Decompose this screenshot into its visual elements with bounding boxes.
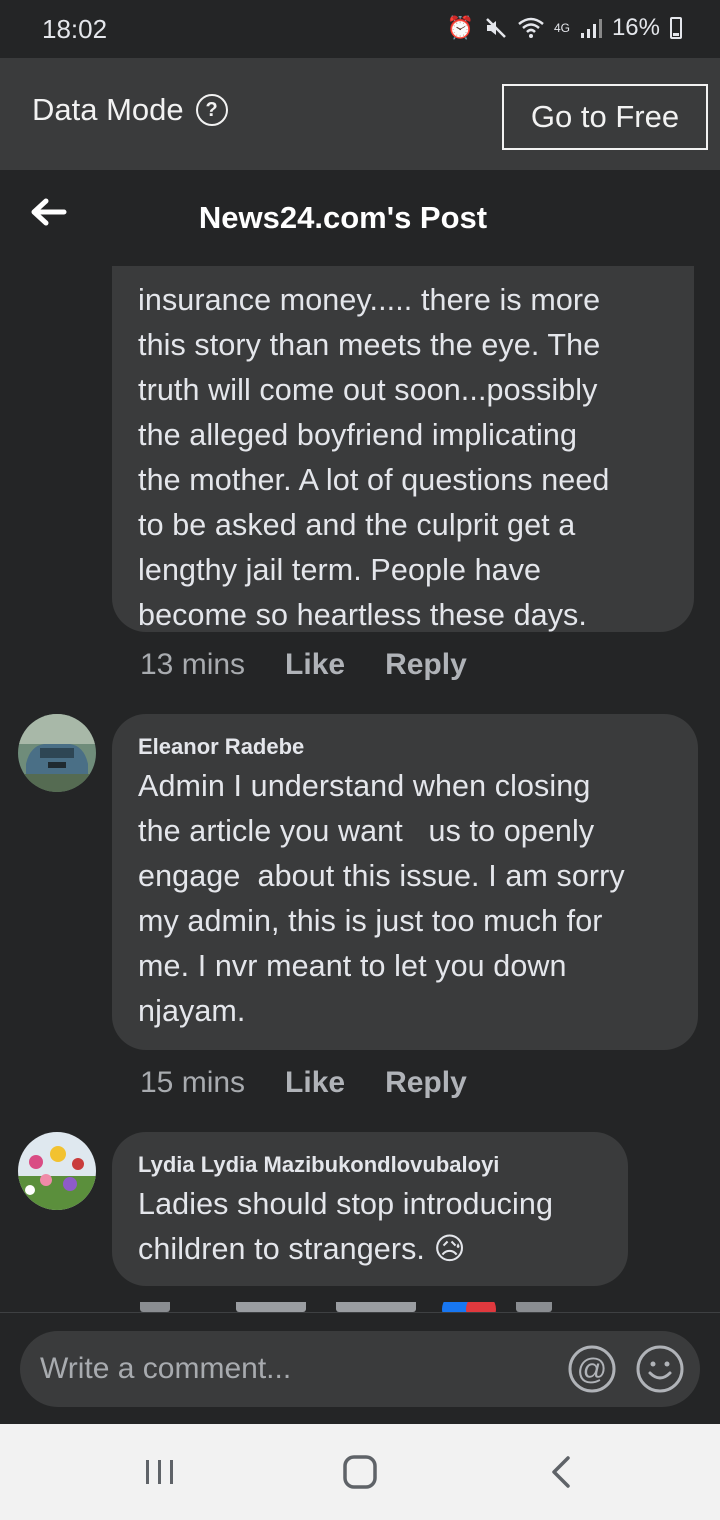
- like-button[interactable]: Like: [285, 648, 345, 682]
- status-time: 18:02: [42, 14, 108, 44]
- signal-icon: [580, 19, 602, 38]
- reaction-sad-icon: [466, 1302, 496, 1312]
- comment-actions: 13 mins Like Reply: [140, 648, 467, 682]
- comment-actions-partial: [140, 1302, 560, 1312]
- battery-icon: [670, 17, 682, 39]
- page-title: News24.com's Post: [198, 200, 488, 235]
- comments-feed[interactable]: insurance money..... there is more this …: [0, 266, 720, 1312]
- post-header: News24.com's Post: [0, 170, 720, 266]
- system-nav-bar: [0, 1424, 720, 1520]
- avatar[interactable]: [18, 1132, 96, 1210]
- status-icons: ⏰ 4G 16%: [447, 14, 682, 42]
- wifi-icon: [518, 17, 544, 38]
- emoji-icon[interactable]: [634, 1343, 686, 1395]
- comment-text: insurance money..... there is more this …: [138, 283, 610, 632]
- recent-apps-icon[interactable]: [140, 1452, 180, 1492]
- alarm-icon: ⏰: [446, 15, 474, 40]
- comment-bubble[interactable]: Lydia Lydia Mazibukondlovubaloyi Ladies …: [112, 1132, 628, 1286]
- reply-button[interactable]: Reply: [385, 1066, 467, 1100]
- status-bar: 18:02 ⏰ 4G 16%: [0, 0, 720, 58]
- comment-input[interactable]: [40, 1345, 560, 1393]
- comment-bubble[interactable]: Eleanor Radebe Admin I understand when c…: [112, 714, 698, 1050]
- comment-time: 13 mins: [140, 648, 246, 681]
- mention-icon[interactable]: @: [566, 1343, 618, 1395]
- screen: 18:02 ⏰ 4G 16% Data Mode ? Go to Free Ne…: [0, 0, 720, 1520]
- avatar[interactable]: [18, 714, 96, 792]
- help-icon[interactable]: ?: [195, 94, 228, 126]
- comment-text: Admin I understand when closing the arti…: [138, 769, 625, 1028]
- like-button[interactable]: Like: [285, 1066, 345, 1100]
- back-nav-icon[interactable]: [542, 1452, 582, 1492]
- comment-author[interactable]: Eleanor Radebe: [138, 734, 672, 760]
- data-mode-bar: Data Mode ? Go to Free: [0, 58, 720, 170]
- go-to-free-button[interactable]: Go to Free: [502, 84, 708, 150]
- battery-percent: 16%: [611, 14, 660, 41]
- compose-bar: @: [0, 1312, 720, 1424]
- comment-author[interactable]: Lydia Lydia Mazibukondlovubaloyi: [138, 1152, 602, 1178]
- compose-field-container[interactable]: @: [20, 1331, 700, 1407]
- comment-time: 15 mins: [140, 1066, 246, 1099]
- comment-text: Ladies should stop introducing children …: [138, 1187, 554, 1266]
- reply-button[interactable]: Reply: [385, 648, 467, 682]
- mute-icon: [486, 18, 506, 38]
- avatar-flowers-image: [18, 1132, 96, 1210]
- home-icon[interactable]: [340, 1452, 380, 1492]
- network-type: 4G: [553, 21, 570, 35]
- svg-text:@: @: [577, 1353, 607, 1386]
- data-mode-label: Data Mode: [32, 92, 184, 127]
- comment-actions: 15 mins Like Reply: [140, 1066, 467, 1100]
- comment-bubble[interactable]: insurance money..... there is more this …: [112, 266, 694, 632]
- avatar-car-image: [18, 714, 96, 792]
- data-mode-label-group[interactable]: Data Mode ?: [32, 92, 228, 128]
